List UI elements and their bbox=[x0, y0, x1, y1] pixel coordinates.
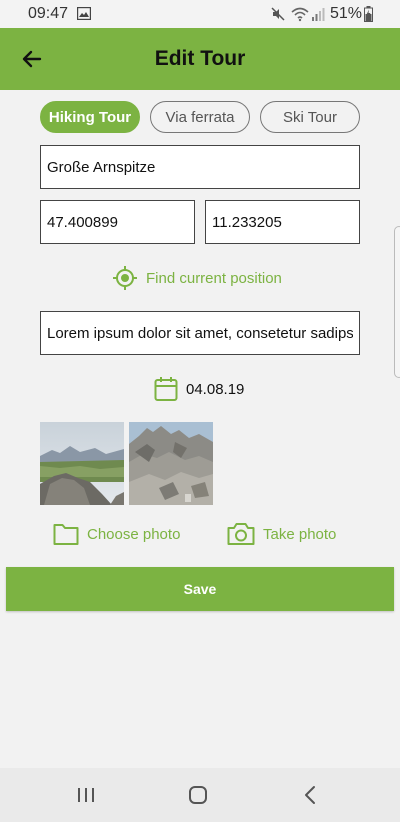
camera-icon bbox=[227, 523, 255, 545]
latitude-input[interactable] bbox=[40, 200, 195, 244]
battery-charging-icon bbox=[364, 6, 373, 22]
date-value: 04.08.19 bbox=[186, 380, 245, 398]
save-button[interactable]: Save bbox=[6, 567, 394, 611]
choose-photo-button[interactable]: Choose photo bbox=[53, 520, 180, 548]
status-bar: 09:47 51% bbox=[0, 0, 400, 28]
take-photo-button[interactable]: Take photo bbox=[227, 520, 336, 548]
edge-panel-handle[interactable] bbox=[394, 226, 400, 378]
wifi-icon bbox=[291, 7, 309, 22]
mountain-landscape-photo bbox=[40, 422, 124, 505]
find-current-position-button[interactable]: Find current position bbox=[112, 264, 282, 292]
system-navigation-bar bbox=[0, 768, 400, 822]
description-input[interactable] bbox=[40, 311, 360, 355]
rocky-summit-photo bbox=[129, 422, 213, 505]
tab-ski-tour[interactable]: Ski Tour bbox=[260, 101, 360, 133]
choose-photo-label: Choose photo bbox=[87, 525, 181, 543]
tour-name-input[interactable] bbox=[40, 145, 360, 189]
home-icon[interactable] bbox=[188, 785, 208, 805]
calendar-icon bbox=[154, 377, 178, 401]
photo-thumbnail[interactable] bbox=[40, 422, 124, 505]
tab-hiking-tour[interactable]: Hiking Tour bbox=[40, 101, 140, 133]
back-nav-icon[interactable] bbox=[302, 784, 318, 806]
photo-thumbnail[interactable] bbox=[129, 422, 213, 505]
gallery-notification-icon bbox=[77, 7, 91, 20]
signal-icon bbox=[312, 8, 325, 21]
tab-via-ferrata[interactable]: Via ferrata bbox=[150, 101, 250, 133]
find-current-position-label: Find current position bbox=[146, 269, 282, 287]
app-bar: Edit Tour bbox=[0, 28, 400, 90]
date-picker[interactable]: 04.08.19 bbox=[154, 375, 244, 403]
folder-icon bbox=[53, 524, 79, 545]
longitude-input[interactable] bbox=[205, 200, 360, 244]
recent-apps-icon[interactable] bbox=[76, 785, 96, 805]
mute-icon bbox=[271, 7, 285, 21]
status-time: 09:47 bbox=[28, 5, 69, 22]
page-title: Edit Tour bbox=[154, 47, 246, 70]
gps-location-icon bbox=[113, 266, 137, 290]
battery-percentage: 51% bbox=[330, 5, 363, 22]
take-photo-label: Take photo bbox=[263, 525, 337, 543]
